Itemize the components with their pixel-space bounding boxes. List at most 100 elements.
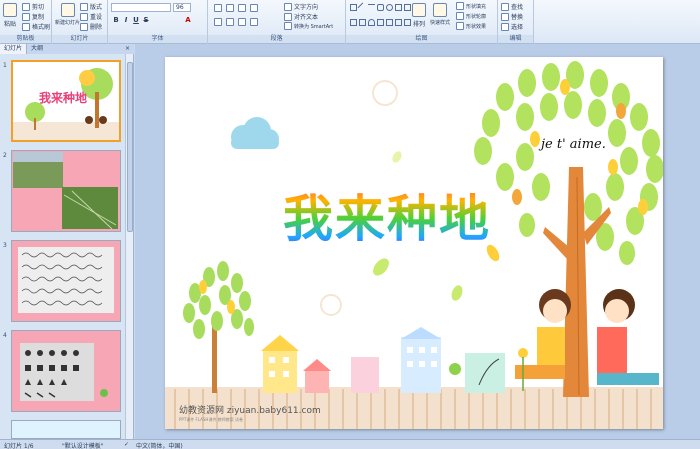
binoculars-icon	[501, 2, 509, 11]
shape-fill-button[interactable]: 形状填充	[456, 2, 486, 10]
shape-effects-button[interactable]: 形状效果	[456, 22, 486, 30]
reset-button[interactable]: 重设	[80, 12, 102, 21]
effects-icon	[456, 22, 464, 30]
layout-button[interactable]: 版式	[80, 2, 102, 11]
underline-icon[interactable]: U	[132, 16, 140, 24]
line-shape-icon[interactable]	[357, 2, 368, 13]
current-slide[interactable]: 我来种地 je t' aime. 幼教资源网 ziyuan.baby611.co…	[165, 57, 663, 429]
font-color-icon[interactable]: A	[184, 16, 192, 24]
triangle-shape-icon[interactable]	[395, 4, 402, 11]
decrease-indent-icon[interactable]	[238, 4, 246, 12]
align-left-icon[interactable]	[214, 18, 222, 26]
format-painter-button[interactable]: 格式刷	[22, 22, 50, 31]
paste-button[interactable]: 粘贴	[3, 3, 17, 28]
close-pane-icon[interactable]: ×	[121, 44, 134, 54]
font-group: 96 B I U S A 字体	[108, 0, 208, 44]
slide-number-4: 4	[3, 332, 7, 339]
pane-scroll-thumb[interactable]	[127, 62, 133, 232]
more-shapes-icon[interactable]	[404, 18, 411, 26]
shape-fill-label: 形状填充	[466, 3, 487, 10]
slide-4-preview	[12, 331, 120, 411]
slide-number-1: 1	[3, 62, 7, 69]
star-shape-icon[interactable]	[404, 4, 411, 11]
replace-button[interactable]: 替换	[501, 12, 523, 21]
slide-thumbnail-3[interactable]	[11, 240, 121, 322]
arrange-icon	[412, 3, 426, 17]
new-slide-button[interactable]: 新建幻灯片	[55, 3, 80, 26]
block-arrow-shape-icon[interactable]	[350, 18, 357, 26]
drawing-group-label: 绘图	[346, 35, 497, 43]
font-size-value: 96	[176, 4, 184, 11]
slide-title[interactable]: 我来种地	[283, 179, 491, 251]
paste-icon	[3, 3, 17, 17]
quick-styles-label: 快速样式	[430, 20, 451, 26]
bullets-icon[interactable]	[214, 4, 222, 12]
clipboard-group: 粘贴 剪切 复制 格式刷 剪贴板	[0, 0, 52, 44]
pane-scrollbar[interactable]	[125, 54, 133, 439]
slide-thumbnail-1[interactable]: 我来种地	[11, 60, 121, 142]
language-status[interactable]: 中文(简体，中国)	[136, 441, 183, 449]
curve-shape-icon[interactable]	[368, 18, 375, 26]
copy-button[interactable]: 复制	[22, 12, 44, 21]
strikethrough-icon[interactable]: S	[142, 16, 150, 24]
brace-shape-icon[interactable]	[359, 18, 366, 26]
select-label: 选择	[511, 24, 524, 31]
italic-icon[interactable]: I	[122, 16, 130, 24]
font-name-combo[interactable]	[111, 3, 171, 12]
align-center-icon[interactable]	[226, 18, 234, 26]
arrange-button[interactable]: 排列	[412, 3, 426, 28]
align-text-button[interactable]: 对齐文本	[284, 12, 318, 21]
editing-group-label: 编辑	[498, 35, 533, 43]
tab-outline[interactable]: 大纲	[27, 44, 47, 54]
slide-2-preview	[12, 151, 120, 231]
replace-icon	[501, 12, 509, 21]
shape-outline-button[interactable]: 形状轮廓	[456, 12, 486, 20]
smartart-icon	[284, 22, 292, 30]
paragraph-group-label: 段落	[208, 35, 345, 43]
theme-name[interactable]: "默认设计模板"	[62, 441, 104, 449]
brush-icon	[22, 22, 30, 31]
delete-label: 删除	[90, 24, 103, 31]
copy-label: 复制	[32, 14, 45, 21]
bracket-shape-icon[interactable]	[386, 18, 393, 26]
arrow-shape-icon[interactable]	[368, 4, 375, 11]
new-slide-label: 新建幻灯片	[55, 20, 81, 26]
slide-number-2: 2	[3, 152, 7, 159]
delete-slide-button[interactable]: 删除	[80, 22, 102, 31]
justify-icon[interactable]	[250, 18, 258, 26]
paragraph-group: 文字方向 对齐文本 转换为 SmartArt 段落	[208, 0, 346, 44]
slide-thumbnail-2[interactable]	[11, 150, 121, 232]
shape-effects-label: 形状效果	[466, 23, 487, 30]
textbox-shape-icon[interactable]	[395, 18, 402, 26]
rectangle-shape-icon[interactable]	[350, 4, 357, 11]
smartart-button[interactable]: 转换为 SmartArt	[284, 22, 333, 30]
find-button[interactable]: 查找	[501, 2, 523, 11]
font-group-label: 字体	[108, 35, 207, 43]
rounded-rect-shape-icon[interactable]	[377, 4, 384, 11]
slide-thumbnail-4[interactable]	[11, 330, 121, 412]
oval-shape-icon[interactable]	[386, 4, 393, 11]
drawing-group: 排列 快速样式 形状填充 形状轮廓 形状效果 绘图	[346, 0, 498, 44]
align-text-icon	[284, 12, 292, 21]
bold-icon[interactable]: B	[112, 16, 120, 24]
numbering-icon[interactable]	[226, 4, 234, 12]
new-slide-icon	[60, 3, 75, 17]
heart-shape-icon[interactable]	[377, 18, 384, 26]
status-bar: 幻灯片 1/6 "默认设计模板" ✓ 中文(简体，中国)	[0, 439, 700, 449]
text-direction-button[interactable]: 文字方向	[284, 2, 318, 11]
spellcheck-icon[interactable]: ✓	[124, 441, 129, 448]
cut-button[interactable]: 剪切	[22, 2, 44, 11]
slides-pane: 幻灯片 大纲 × 1 我来种地 2 3 4	[0, 44, 134, 439]
font-size-combo[interactable]: 96	[173, 3, 191, 12]
slide-thumbnail-5-partial[interactable]	[11, 420, 121, 439]
tab-slides[interactable]: 幻灯片	[0, 44, 28, 54]
text-direction-icon	[284, 2, 292, 11]
align-right-icon[interactable]	[238, 18, 246, 26]
select-button[interactable]: 选择	[501, 22, 523, 31]
paste-label: 粘贴	[3, 21, 16, 28]
text-direction-label: 文字方向	[294, 4, 319, 11]
shape-outline-label: 形状轮廓	[466, 13, 487, 20]
quick-styles-button[interactable]: 快速样式	[430, 3, 450, 26]
shapes-gallery[interactable]	[350, 2, 411, 32]
increase-indent-icon[interactable]	[250, 4, 258, 12]
